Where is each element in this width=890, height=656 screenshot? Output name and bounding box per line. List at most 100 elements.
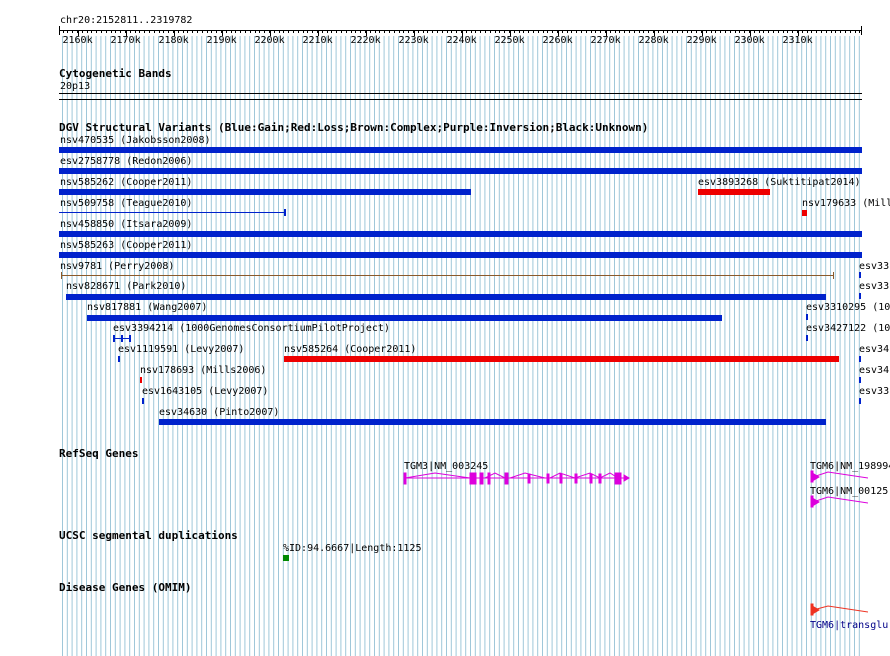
dgv-label-nsv470535[interactable]: nsv470535 (Jakobsson2008): [60, 135, 211, 146]
dgv-feature-nsv585262[interactable]: [59, 189, 471, 195]
gene-model-tgm6-a[interactable]: [808, 470, 868, 484]
dgv-label-nsv817881[interactable]: nsv817881 (Wang2007): [87, 302, 207, 313]
dgv-feature-nsv817881[interactable]: [87, 315, 722, 321]
dgv-label-nsv9781[interactable]: nsv9781 (Perry2008): [60, 261, 174, 272]
ruler-minor-tick: [292, 30, 294, 33]
ruler-minor-tick: [556, 30, 558, 33]
gene-model-tgm3[interactable]: [400, 468, 635, 488]
cytoband-bar-top: [59, 93, 862, 94]
segdup-feature[interactable]: [283, 555, 289, 561]
ruler-minor-tick: [254, 30, 256, 33]
ruler-minor-tick: [153, 30, 155, 33]
ruler-minor-tick: [312, 30, 314, 33]
ruler-minor-tick: [446, 30, 448, 33]
dgv-feature-esv33-b[interactable]: [859, 293, 861, 299]
ruler-tick-label: 2200k: [254, 35, 285, 46]
ruler-minor-tick: [859, 30, 861, 33]
dgv-label-esv33-a[interactable]: esv33: [859, 261, 889, 272]
dgv-label-nsv585262[interactable]: nsv585262 (Cooper2011): [60, 177, 192, 188]
dgv-feature-nsv509758[interactable]: [59, 212, 285, 213]
ruler-minor-tick: [537, 30, 539, 33]
dgv-feature-esv34-b[interactable]: [859, 377, 861, 383]
ruler-minor-tick: [729, 30, 731, 33]
dgv-label-esv33-c[interactable]: esv33: [859, 386, 889, 397]
gene-model-tgm6-b[interactable]: [808, 495, 868, 509]
ruler-tick-label: 2180k: [158, 35, 189, 46]
ruler-minor-tick: [523, 30, 525, 33]
omim-feature-tgm6[interactable]: [808, 603, 868, 617]
omim-label-tgm6[interactable]: TGM6|transglu: [810, 620, 888, 631]
dgv-feature-esv3427122[interactable]: [806, 335, 808, 341]
ruler-minor-tick: [590, 30, 592, 33]
dgv-feature-esv33-c[interactable]: [859, 398, 861, 404]
dgv-feature-esv1119591[interactable]: [118, 356, 120, 362]
cytoband-label[interactable]: 20p13: [60, 81, 90, 92]
dgv-label-esv1643105[interactable]: esv1643105 (Levy2007): [142, 386, 268, 397]
dgv-label-esv1119591[interactable]: esv1119591 (Levy2007): [118, 344, 244, 355]
dgv-feature-nsv585264[interactable]: [284, 356, 839, 362]
ruler-minor-tick: [288, 30, 290, 33]
ruler-minor-tick: [264, 30, 266, 33]
ruler-minor-tick: [177, 30, 179, 33]
dgv-feature-esv34630[interactable]: [159, 419, 826, 425]
ruler-minor-tick: [168, 30, 170, 33]
ruler-minor-tick: [76, 30, 78, 33]
dgv-label-esv3893268[interactable]: esv3893268 (Suktitipat2014): [698, 177, 861, 188]
ruler-minor-tick: [744, 30, 746, 33]
ruler-minor-tick: [120, 30, 122, 33]
dgv-label-nsv585263[interactable]: nsv585263 (Cooper2011): [60, 240, 192, 251]
dgv-label-esv34-a[interactable]: esv34: [859, 344, 889, 355]
ruler-minor-tick: [148, 30, 150, 33]
dgv-feature-esv34-a[interactable]: [859, 356, 861, 362]
dgv-feature-nsv458850[interactable]: [59, 231, 862, 237]
ruler-minor-tick: [566, 30, 568, 33]
ruler-minor-tick: [480, 30, 482, 33]
dgv-label-nsv509758[interactable]: nsv509758 (Teague2010): [60, 198, 192, 209]
dgv-label-nsv458850[interactable]: nsv458850 (Itsara2009): [60, 219, 192, 230]
ruler-minor-tick: [96, 30, 98, 33]
ruler-minor-tick: [777, 30, 779, 33]
segdup-label[interactable]: %ID:94.6667|Length:1125: [283, 543, 421, 554]
dgv-label-esv33-b[interactable]: esv33: [859, 281, 889, 292]
dgv-feature-nsv178693[interactable]: [140, 377, 142, 383]
ruler-minor-tick: [681, 30, 683, 33]
dgv-label-esv34630[interactable]: esv34630 (Pinto2007): [159, 407, 279, 418]
ruler-minor-tick: [336, 30, 338, 33]
dgv-feature-nsv9781-start: [61, 272, 62, 279]
ruler-minor-tick: [734, 30, 736, 33]
ruler-minor-tick: [86, 30, 88, 33]
dgv-label-nsv178693[interactable]: nsv178693 (Mills2006): [140, 365, 266, 376]
ruler-minor-tick: [393, 30, 395, 33]
dgv-feature-esv1643105[interactable]: [142, 398, 144, 404]
dgv-label-nsv828671[interactable]: nsv828671 (Park2010): [66, 281, 186, 292]
dgv-feature-nsv828671[interactable]: [66, 294, 826, 300]
ruler-minor-tick: [619, 30, 621, 33]
dgv-feature-nsv585263[interactable]: [59, 252, 862, 258]
dgv-feature-esv3310295[interactable]: [806, 314, 808, 320]
dgv-feature-nsv179633[interactable]: [802, 210, 807, 216]
dgv-label-esv3394214[interactable]: esv3394214 (1000GenomesConsortiumPilotPr…: [113, 323, 390, 334]
dgv-feature-esv3893268[interactable]: [698, 189, 770, 195]
dgv-feature-nsv470535[interactable]: [59, 147, 862, 153]
dgv-feature-esv33-a[interactable]: [859, 272, 861, 278]
ruler-minor-tick: [580, 30, 582, 33]
ruler-minor-tick: [196, 30, 198, 33]
ruler-minor-tick: [532, 30, 534, 33]
ruler-tick-label: 2220k: [350, 35, 381, 46]
dgv-label-esv3310295[interactable]: esv3310295 (10: [806, 302, 890, 313]
dgv-label-esv2758778[interactable]: esv2758778 (Redon2006): [60, 156, 192, 167]
dgv-label-nsv179633[interactable]: nsv179633 (Mills: [802, 198, 890, 209]
ruler-minor-tick: [62, 30, 64, 33]
ruler-minor-tick: [720, 30, 722, 33]
dgv-feature-esv2758778[interactable]: [59, 168, 862, 174]
dgv-track-title: DGV Structural Variants (Blue:Gain;Red:L…: [59, 121, 649, 134]
dgv-label-nsv585264[interactable]: nsv585264 (Cooper2011): [284, 344, 416, 355]
dgv-feature-esv3394214-block-2: [121, 335, 123, 342]
dgv-label-esv3427122[interactable]: esv3427122 (10: [806, 323, 890, 334]
dgv-feature-nsv9781[interactable]: [61, 275, 834, 276]
dgv-label-esv34-b[interactable]: esv34: [859, 365, 889, 376]
ruler-minor-tick: [345, 30, 347, 33]
ruler-minor-tick: [571, 30, 573, 33]
ruler-minor-tick: [820, 30, 822, 33]
ruler-minor-tick: [633, 30, 635, 33]
